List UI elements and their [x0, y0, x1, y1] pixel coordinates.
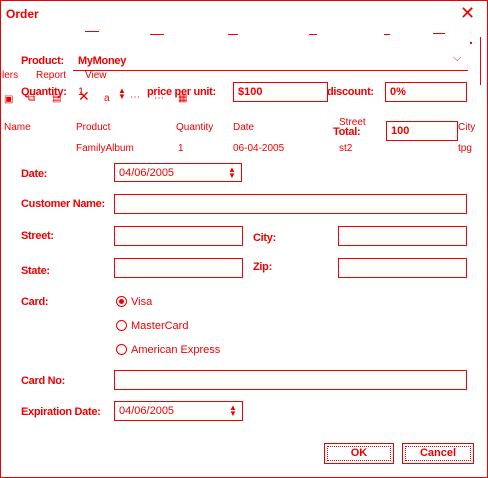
state-field[interactable] [114, 258, 243, 278]
street-field[interactable] [114, 226, 243, 246]
expiration-value: 04/06/2005 [119, 405, 175, 417]
column-header: City [458, 122, 476, 133]
menu-item: View [85, 70, 107, 81]
radio-american-express-label[interactable]: American Express [131, 344, 220, 356]
street-label: Street: [21, 230, 54, 242]
window-title: Order [6, 7, 39, 21]
quantity-spinner-icon[interactable]: ▲ ▼ [118, 87, 126, 101]
card-label: Card: [21, 296, 49, 308]
ghost-mark [433, 33, 445, 34]
delete-icon: ✕ [78, 88, 90, 104]
list-cell: 06-04-2005 [233, 143, 285, 154]
format-icon: a [104, 93, 110, 104]
ghost-scroll [480, 37, 481, 85]
customer-name-field[interactable] [114, 194, 467, 214]
date-spinner-icon[interactable]: ▲ ▼ [228, 166, 236, 180]
ok-button[interactable]: OK [324, 443, 394, 464]
list-cell: 1 [178, 143, 184, 154]
card-no-field[interactable] [114, 370, 467, 390]
list-cell: st2 [339, 143, 353, 154]
city-label: City: [253, 232, 276, 244]
ghost-mark [228, 34, 238, 35]
ghost-mark [150, 34, 164, 35]
close-icon[interactable]: ✕ [460, 2, 475, 24]
date-picker[interactable]: 04/06/2005 ▲ ▼ [114, 163, 242, 182]
ghost-mark [470, 42, 472, 44]
radio-visa-label[interactable]: Visa [131, 296, 152, 308]
state-label: State: [21, 265, 50, 277]
discount-field[interactable]: 0% [385, 82, 467, 102]
column-header: Quantity [176, 122, 214, 133]
menu-item: Report [36, 70, 67, 81]
toolbar-icon: ⋯ [130, 92, 140, 103]
ghost-mark [85, 31, 99, 32]
copy-icon: ⧉ [28, 93, 36, 104]
ghost-mark [384, 34, 390, 35]
price-label: price per unit: [147, 86, 216, 98]
menu-item: lers [2, 70, 19, 81]
date-value: 04/06/2005 [119, 167, 175, 179]
radio-visa[interactable] [116, 296, 127, 307]
expiration-label: Expiration Date: [21, 406, 101, 418]
expiration-picker[interactable]: 04/06/2005 ▲ ▼ [114, 401, 243, 421]
ghost-mark [309, 34, 317, 35]
expiration-spinner-icon[interactable]: ▲ ▼ [229, 404, 237, 418]
card-no-label: Card No: [21, 375, 66, 387]
save-icon: ▣ [4, 94, 14, 105]
list-cell: tpg [458, 143, 472, 154]
discount-label: discount: [327, 86, 374, 98]
product-value: MyMoney [78, 55, 127, 67]
radio-mastercard[interactable] [116, 320, 127, 331]
list-cell: FamilyAlbum [76, 143, 134, 154]
product-select[interactable]: MyMoney ⌵ [73, 52, 468, 71]
column-header: Name [4, 122, 31, 133]
date-label: Date: [21, 168, 48, 180]
total-label: Total: [333, 126, 361, 138]
zip-field[interactable] [338, 258, 467, 278]
zip-label: Zip: [253, 261, 272, 273]
city-field[interactable] [338, 226, 467, 246]
chevron-down-icon: ⌵ [453, 52, 462, 64]
total-field[interactable]: 100 [386, 121, 458, 141]
cancel-button[interactable]: Cancel [402, 443, 474, 464]
radio-mastercard-label[interactable]: MasterCard [131, 320, 188, 332]
customer-name-label: Customer Name: [21, 198, 105, 210]
radio-american-express[interactable] [116, 344, 127, 355]
product-label: Product: [21, 55, 64, 67]
price-field[interactable]: $100 [233, 82, 328, 102]
column-header: Date [233, 122, 255, 133]
paste-icon: ▤ [52, 93, 62, 104]
column-header: Product [76, 122, 111, 133]
